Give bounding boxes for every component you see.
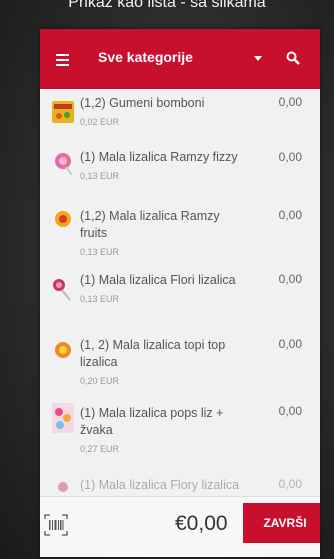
item-quantity: 0,00 (278, 95, 302, 109)
lollipop-icon (55, 342, 71, 358)
device-screen: Sve kategorije (1,2) Gumeni bomboni 0,02… (40, 29, 320, 557)
item-quantity: 0,00 (278, 477, 302, 491)
list-item[interactable]: (1,2) Gumeni bomboni 0,02 EUR 0,00 (40, 91, 320, 133)
lollipop-icon (55, 211, 71, 227)
item-price: 0,13 EUR (80, 247, 120, 257)
item-name: (1) Mala lizalica pops liz + žvaka 0,27 … (80, 405, 240, 458)
item-quantity: 0,00 (278, 208, 302, 222)
top-bar: Sve kategorije (40, 29, 320, 89)
total-amount: €0,00 (175, 512, 228, 535)
category-title[interactable]: Sve kategorije (98, 49, 193, 65)
hamburger-menu-icon[interactable] (56, 54, 69, 66)
caption: Prikaz kao lista - sa slikama (68, 0, 266, 11)
finish-button[interactable]: ZAVRŠI (243, 503, 320, 543)
item-name: (1, 2) Mala lizalica topi top lizalica 0… (80, 337, 240, 390)
list-item[interactable]: (1,2) Mala lizalica Ramzy fruits 0,13 EU… (40, 203, 320, 261)
bottom-bar: €0,00 ZAVRŠI (40, 496, 320, 557)
item-name: (1) Mala lizalica Ramzy fizzy 0,13 EUR (80, 149, 240, 185)
item-quantity: 0,00 (278, 272, 302, 286)
lollipop-icon (53, 279, 71, 301)
item-quantity: 0,00 (278, 337, 302, 351)
item-name: (1) Mala lizalica Flori lizalica 0,13 EU… (80, 272, 270, 308)
list-item[interactable]: (1) Mala lizalica Flori lizalica 0,13 EU… (40, 269, 320, 315)
item-name: (1) Mala lizalica Flory lizalica (80, 478, 240, 492)
item-price: 0,02 EUR (80, 117, 120, 127)
item-price: 0,27 EUR (80, 444, 120, 454)
barcode-scanner-icon[interactable] (44, 514, 68, 536)
list-item[interactable]: (1, 2) Mala lizalica topi top lizalica 0… (40, 333, 320, 393)
candy-pack-icon (52, 403, 74, 433)
item-quantity: 0,00 (278, 150, 302, 164)
item-name: (1,2) Mala lizalica Ramzy fruits 0,13 EU… (80, 208, 240, 261)
gummy-candy-icon (52, 101, 74, 123)
item-price: 0,13 EUR (80, 171, 120, 181)
list-item[interactable]: (1) Mala lizalica Flory lizalica 0,00 (40, 477, 320, 495)
item-quantity: 0,00 (278, 404, 302, 418)
lollipop-icon (58, 482, 68, 492)
item-price: 0,20 EUR (80, 376, 120, 386)
lollipop-icon (55, 153, 73, 176)
chevron-down-icon[interactable] (254, 56, 262, 61)
list-item[interactable]: (1) Mala lizalica Ramzy fizzy 0,13 EUR 0… (40, 144, 320, 196)
item-price: 0,13 EUR (80, 294, 120, 304)
item-name: (1,2) Gumeni bomboni 0,02 EUR (80, 95, 240, 131)
search-icon[interactable] (286, 51, 300, 65)
list-item[interactable]: (1) Mala lizalica pops liz + žvaka 0,27 … (40, 401, 320, 463)
